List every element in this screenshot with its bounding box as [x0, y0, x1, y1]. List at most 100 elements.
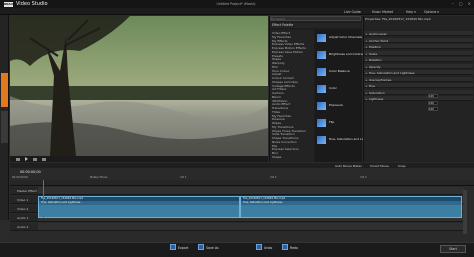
tab-export[interactable] [1, 111, 8, 143]
track-lane[interactable] [38, 187, 464, 195]
expand-icon[interactable]: + [365, 58, 368, 62]
ruler-marker: Vid 2 [270, 176, 277, 179]
live-guide-button[interactable]: Live Guide [344, 10, 361, 14]
app-name: Video Studio [16, 1, 48, 7]
ruler-marker: 00:00:00;00 [12, 176, 28, 179]
export-button[interactable]: Export [178, 246, 188, 250]
effect-tree-item[interactable]: Shape [272, 155, 281, 159]
track-name: Video 2 [17, 207, 29, 211]
property-row[interactable] [364, 50, 473, 56]
expand-icon[interactable]: + [365, 52, 368, 56]
start-button-label: Start [449, 247, 457, 251]
undo-button[interactable]: Undo [264, 246, 272, 250]
track-name: Master Effect [17, 189, 37, 193]
property-label: Anchor Point [369, 38, 388, 43]
bottom-bar [0, 242, 474, 257]
maximize-icon[interactable]: ▢ [459, 1, 463, 6]
expand-icon[interactable]: + [365, 45, 368, 49]
property-label: Scale [369, 51, 378, 56]
expand-icon[interactable]: + [365, 84, 368, 88]
play-icon[interactable] [25, 157, 28, 161]
properties-title: Properties: File_20160817_154849 Mix.mp4 [365, 17, 431, 21]
tab-edit[interactable] [1, 73, 8, 107]
effect-tile-label[interactable]: Color [329, 86, 337, 90]
video-clip[interactable]: File_20160817_154849 Mix.mp4 Hue, Saturat… [38, 196, 240, 218]
music-market-button[interactable]: Music Market [372, 10, 393, 14]
property-label: Rotation [369, 58, 382, 62]
expand-icon[interactable]: + [365, 97, 368, 101]
brand: PINNACLE Video Studio [1, 1, 48, 7]
timeline-ruler[interactable] [10, 180, 474, 186]
property-label: Position [369, 45, 381, 49]
start-button[interactable]: Start [440, 245, 466, 253]
track-name: Video 1 [17, 198, 29, 202]
undo-icon[interactable] [256, 244, 262, 250]
effects-header-label: Effect Palette [272, 23, 294, 27]
property-row[interactable] [364, 83, 473, 88]
redo-icon[interactable] [282, 244, 288, 250]
rewind-icon[interactable] [16, 157, 20, 161]
track-name: Audio 2 [17, 225, 29, 229]
effect-thumbnail[interactable] [317, 34, 326, 42]
playhead[interactable] [43, 180, 44, 218]
track-lane[interactable] [38, 223, 464, 231]
property-label: Opacity [369, 64, 381, 69]
timeline-scrollbar[interactable] [463, 190, 467, 234]
effect-thumbnail[interactable] [317, 119, 326, 127]
effect-tile-label[interactable]: Adjust Color Channels [329, 35, 362, 39]
hue-value-field[interactable]: 100 [428, 94, 438, 98]
property-label: Hue, Saturation and Lightness [369, 71, 415, 75]
effect-tile-label[interactable]: Brightness and Contrast [329, 52, 365, 56]
save-as-button[interactable]: Save As [206, 246, 219, 250]
effect-thumbnail[interactable] [317, 68, 326, 76]
clip-effect: Hue, Saturation and Lightness [39, 201, 239, 205]
fast-forward-icon[interactable] [42, 157, 46, 161]
track-name: Audio 1 [17, 216, 29, 220]
video-preview[interactable] [10, 16, 268, 156]
app-logo: PINNACLE [1, 1, 16, 7]
effect-thumbnail[interactable] [317, 102, 326, 110]
expand-icon[interactable]: + [365, 78, 368, 82]
snap-button[interactable]: Snap [398, 164, 406, 168]
effect-tile-label[interactable]: Color Balance [329, 69, 350, 73]
menu-bar [0, 8, 474, 15]
preview-controls [10, 156, 268, 162]
effect-tile-label[interactable]: Flip [329, 120, 334, 124]
expand-icon[interactable]: + [365, 91, 368, 95]
auto-movie-button[interactable]: Auto Movie Maker [335, 164, 362, 168]
clip-effect: Hue, Saturation and Lightness [241, 201, 461, 205]
effect-thumbnail[interactable] [317, 85, 326, 93]
help-menu[interactable]: Help ▾ [406, 10, 416, 14]
effect-thumbnail[interactable] [317, 136, 326, 144]
save-as-icon[interactable] [198, 244, 204, 250]
options-menu[interactable]: Options ▾ [424, 10, 439, 14]
close-icon[interactable]: × [468, 1, 471, 6]
effect-thumbnail[interactable] [317, 51, 326, 59]
expand-icon[interactable]: + [365, 65, 368, 69]
smart-movie-button[interactable]: Smart Movie [370, 164, 389, 168]
expand-icon[interactable]: + [365, 71, 368, 75]
expand-icon[interactable]: + [365, 32, 368, 36]
property-label: Use keyframes [369, 77, 392, 82]
minimize-icon[interactable]: – [452, 1, 454, 6]
lightness-value-field[interactable]: 100 [428, 107, 438, 111]
effect-tile-label[interactable]: Exposure [329, 103, 343, 107]
property-label: Audio Level [369, 32, 387, 36]
ruler-marker: Vid 1 [180, 176, 187, 179]
left-mode-tabs [0, 15, 9, 220]
video-clip[interactable]: File_20160817_154849 Mix.mp4 Hue, Saturat… [240, 196, 462, 218]
property-label: Saturation [369, 90, 385, 95]
saturation-value-field[interactable]: 100 [428, 100, 438, 105]
timecode: 00:00:00;00 [20, 170, 41, 174]
stop-icon[interactable] [33, 157, 37, 161]
ruler-marker: Vid 3 [360, 176, 367, 179]
document-title: Untitled Project* (Movie) [216, 2, 256, 6]
effects-search-input[interactable] [270, 16, 361, 21]
redo-button[interactable]: Redo [290, 246, 298, 250]
ruler-marker: Master Movie [90, 176, 108, 179]
property-label: Hue [369, 84, 376, 88]
export-icon[interactable] [170, 244, 176, 250]
preview-frame [10, 16, 268, 156]
effects-header: Effect Palette [270, 23, 361, 28]
expand-icon[interactable]: + [365, 39, 368, 43]
